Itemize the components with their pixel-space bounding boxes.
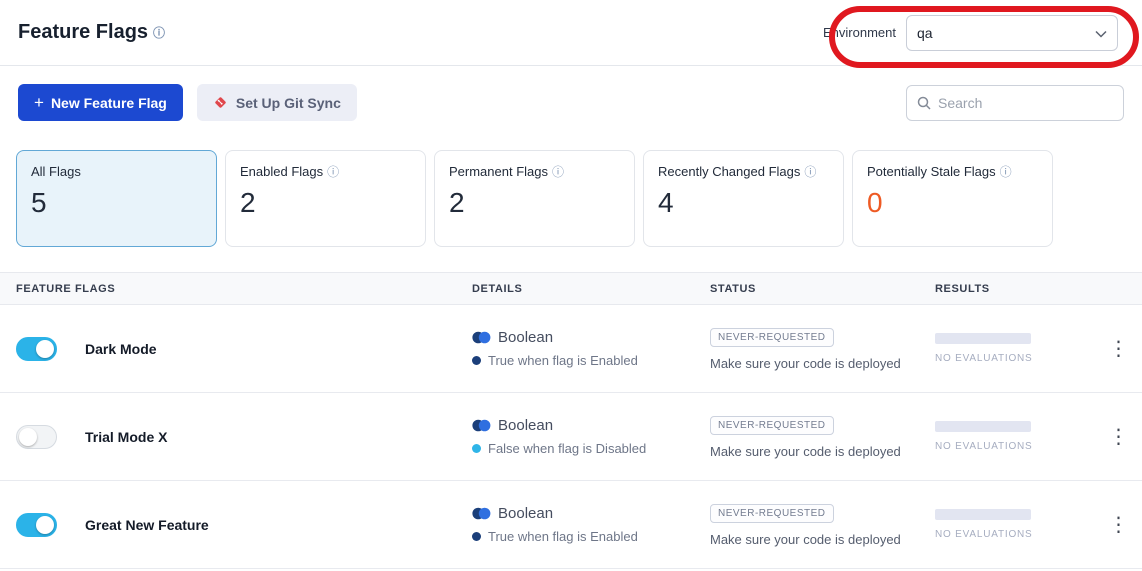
results-text: NO EVALUATIONS xyxy=(935,529,1095,540)
git-sync-icon xyxy=(213,95,228,110)
info-icon[interactable]: ⓘ xyxy=(153,27,165,39)
boolean-type-icon xyxy=(472,419,491,432)
flag-name[interactable]: Great New Feature xyxy=(85,517,209,533)
stat-card-label: Potentially Stale Flags xyxy=(867,164,996,179)
flag-type: Boolean xyxy=(498,505,553,522)
flag-detail: True when flag is Enabled xyxy=(488,529,638,544)
stat-cards: All Flagsⓘ 5 Enabled Flagsⓘ 2 Permanent … xyxy=(16,150,1124,247)
flag-toggle[interactable] xyxy=(16,425,57,449)
stat-card-value: 2 xyxy=(240,187,411,219)
stat-card-value: 5 xyxy=(31,187,202,219)
column-header-status: STATUS xyxy=(710,283,935,295)
stat-card-permanent-flags[interactable]: Permanent Flags ⓘ 2 xyxy=(434,150,635,247)
column-header-results: RESULTS xyxy=(935,283,1095,295)
chevron-down-icon xyxy=(1095,25,1107,41)
table-row: Trial Mode X Boolean False when flag is … xyxy=(0,393,1142,481)
boolean-type-icon xyxy=(472,331,491,344)
column-header-details: DETAILS xyxy=(472,283,710,295)
toolbar: + New Feature Flag Set Up Git Sync xyxy=(18,84,1124,121)
status-text: Make sure your code is deployed xyxy=(710,532,935,547)
stat-card-value: 2 xyxy=(449,187,620,219)
info-icon[interactable]: ⓘ xyxy=(804,166,816,178)
flag-type: Boolean xyxy=(498,329,553,346)
status-text: Make sure your code is deployed xyxy=(710,356,935,371)
page-title-text: Feature Flags xyxy=(18,21,148,44)
toggle-knob xyxy=(36,340,54,358)
results-text: NO EVALUATIONS xyxy=(935,441,1095,452)
flag-type: Boolean xyxy=(498,417,553,434)
flag-detail: True when flag is Enabled xyxy=(488,353,638,368)
plus-icon: + xyxy=(34,93,44,113)
results-text: NO EVALUATIONS xyxy=(935,353,1095,364)
info-icon[interactable]: ⓘ xyxy=(327,166,339,178)
environment-value: qa xyxy=(917,25,933,41)
flag-toggle[interactable] xyxy=(16,337,57,361)
value-dot xyxy=(472,356,481,365)
flag-detail: False when flag is Disabled xyxy=(488,441,646,456)
toggle-knob xyxy=(36,516,54,534)
row-menu-kebab-icon[interactable]: ⋮ xyxy=(1101,511,1137,539)
stat-card-label: Recently Changed Flags xyxy=(658,164,800,179)
info-icon[interactable]: ⓘ xyxy=(1000,166,1012,178)
status-badge: NEVER-REQUESTED xyxy=(710,328,834,347)
new-feature-flag-label: New Feature Flag xyxy=(51,95,167,111)
flag-name[interactable]: Trial Mode X xyxy=(85,429,167,445)
column-header-feature-flags: FEATURE FLAGS xyxy=(16,283,472,295)
stat-card-value: 0 xyxy=(867,187,1038,219)
status-badge: NEVER-REQUESTED xyxy=(710,416,834,435)
setup-git-sync-label: Set Up Git Sync xyxy=(236,95,341,111)
page-header: Feature Flags ⓘ Environment qa xyxy=(0,0,1142,66)
stat-card-label: Permanent Flags xyxy=(449,164,548,179)
status-text: Make sure your code is deployed xyxy=(710,444,935,459)
search-box xyxy=(906,85,1124,121)
row-menu-kebab-icon[interactable]: ⋮ xyxy=(1101,423,1137,451)
new-feature-flag-button[interactable]: + New Feature Flag xyxy=(18,84,183,121)
results-bar xyxy=(935,509,1031,520)
table-row: Dark Mode Boolean True when flag is Enab… xyxy=(0,305,1142,393)
environment-label: Environment xyxy=(823,25,896,40)
results-bar xyxy=(935,333,1031,344)
value-dot xyxy=(472,532,481,541)
flag-toggle[interactable] xyxy=(16,513,57,537)
table-header: FEATURE FLAGS DETAILS STATUS RESULTS xyxy=(0,272,1142,305)
page-title: Feature Flags ⓘ xyxy=(18,21,165,44)
value-dot xyxy=(472,444,481,453)
toggle-knob xyxy=(19,428,37,446)
stat-card-enabled-flags[interactable]: Enabled Flags ⓘ 2 xyxy=(225,150,426,247)
environment-select[interactable]: qa xyxy=(906,15,1118,51)
boolean-type-icon xyxy=(472,507,491,520)
flag-name[interactable]: Dark Mode xyxy=(85,341,157,357)
table-row: Great New Feature Boolean True when flag… xyxy=(0,481,1142,569)
search-icon xyxy=(917,96,931,110)
stat-card-label: Enabled Flags xyxy=(240,164,323,179)
setup-git-sync-button[interactable]: Set Up Git Sync xyxy=(197,84,357,121)
info-icon[interactable]: ⓘ xyxy=(552,166,564,178)
results-bar xyxy=(935,421,1031,432)
status-badge: NEVER-REQUESTED xyxy=(710,504,834,523)
stat-card-value: 4 xyxy=(658,187,829,219)
row-menu-kebab-icon[interactable]: ⋮ xyxy=(1101,335,1137,363)
search-input[interactable] xyxy=(938,95,1113,111)
stat-card-label: All Flags xyxy=(31,164,81,179)
stat-card-all-flags[interactable]: All Flagsⓘ 5 xyxy=(16,150,217,247)
environment-selector-group: Environment qa xyxy=(823,15,1118,51)
stat-card-recently-changed-flags[interactable]: Recently Changed Flags ⓘ 4 xyxy=(643,150,844,247)
stat-card-potentially-stale-flags[interactable]: Potentially Stale Flags ⓘ 0 xyxy=(852,150,1053,247)
